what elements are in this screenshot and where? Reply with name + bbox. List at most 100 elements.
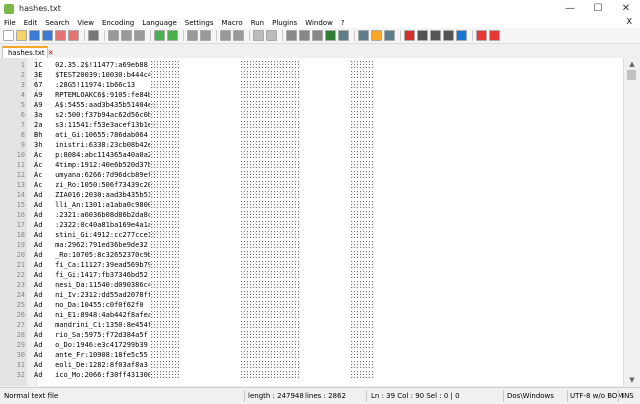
menu-edit[interactable]: Edit <box>20 19 42 27</box>
minimize-button[interactable]: — <box>556 0 584 17</box>
scroll-down-icon[interactable]: ▼ <box>624 374 640 386</box>
redacted-region <box>240 340 300 350</box>
save-file-icon[interactable] <box>29 30 40 41</box>
redacted-region <box>240 220 300 230</box>
replace-icon[interactable] <box>200 30 211 41</box>
line-number: 11 <box>16 161 25 169</box>
status-divider <box>618 390 619 402</box>
tab-hashes[interactable]: hashes.txt ✕ <box>2 46 54 58</box>
status-divider <box>503 390 504 402</box>
redacted-region <box>240 170 300 180</box>
zoom-out-icon[interactable] <box>233 30 244 41</box>
line-text: Ad lli_An:1301:a1aba0c9800 <box>34 201 153 209</box>
redacted-region <box>350 310 375 320</box>
close-window-button[interactable]: ✕ <box>612 0 640 17</box>
redacted-region <box>150 310 180 320</box>
menu-language[interactable]: Language <box>138 19 181 27</box>
save-all-icon[interactable] <box>42 30 53 41</box>
redacted-region <box>240 370 300 380</box>
redacted-region <box>150 340 180 350</box>
word-wrap-icon[interactable] <box>286 30 297 41</box>
redacted-region <box>240 160 300 170</box>
scroll-thumb[interactable] <box>627 70 636 80</box>
save-macro-icon[interactable] <box>456 30 467 41</box>
redacted-region <box>150 110 180 120</box>
run-macro-multi-icon[interactable] <box>443 30 454 41</box>
text-line: 13 Ac zi_Ro:1050:506f73439c20 <box>0 180 622 190</box>
stop-macro-icon[interactable] <box>417 30 428 41</box>
redacted-region <box>150 360 180 370</box>
menu-window[interactable]: Window <box>301 19 337 27</box>
play-macro-icon[interactable] <box>430 30 441 41</box>
open-file-icon[interactable] <box>16 30 27 41</box>
redacted-region <box>150 290 180 300</box>
show-all-icon[interactable] <box>299 30 310 41</box>
menu-help[interactable]: ? <box>337 19 349 27</box>
menu-settings[interactable]: Settings <box>181 19 218 27</box>
find-icon[interactable] <box>187 30 198 41</box>
text-editor[interactable]: 1 1C 02.35.2$!11477:a69eb88 2 3E $TEST20039… <box>0 58 640 386</box>
tab-close-icon[interactable]: ✕ <box>48 49 54 57</box>
copy-icon[interactable] <box>121 30 132 41</box>
close-all-icon[interactable] <box>68 30 79 41</box>
redacted-region <box>150 60 180 70</box>
menu-macro[interactable]: Macro <box>218 19 247 27</box>
menu-file[interactable]: File <box>0 19 20 27</box>
redacted-region <box>240 310 300 320</box>
line-number: 28 <box>16 331 25 339</box>
line-number: 7 <box>20 121 25 129</box>
line-text: Ad ni_E1:8948:4ab442f8afea <box>34 311 153 319</box>
close-document-x[interactable]: X <box>623 17 636 26</box>
menu-search[interactable]: Search <box>41 19 73 27</box>
line-text: Ad :2321:a6036b08d86b2da8c <box>34 211 153 219</box>
zoom-in-icon[interactable] <box>220 30 231 41</box>
menu-plugins[interactable]: Plugins <box>268 19 301 27</box>
line-text: 2a s3:11541:f53e3acef13b1ee <box>34 121 157 129</box>
maximize-button[interactable]: ☐ <box>584 0 612 17</box>
redacted-region <box>350 130 375 140</box>
redacted-region <box>350 170 375 180</box>
redacted-region <box>240 250 300 260</box>
text-line: 27 Ad mandrini_Ci:1350:8e454f <box>0 320 622 330</box>
text-line: 1 1C 02.35.2$!11477:a69eb88 <box>0 60 622 70</box>
line-number: 20 <box>16 251 25 259</box>
new-file-icon[interactable] <box>3 30 14 41</box>
undo-icon[interactable] <box>154 30 165 41</box>
sync-h-icon[interactable] <box>266 30 277 41</box>
redacted-region <box>240 260 300 270</box>
redacted-region <box>350 250 375 260</box>
func-list-icon[interactable] <box>358 30 369 41</box>
line-text: Ad eoli_De:1282:8f03af8a3 <box>34 361 148 369</box>
abc-check-icon[interactable] <box>489 30 500 41</box>
cut-icon[interactable] <box>108 30 119 41</box>
line-number: 2 <box>20 71 25 79</box>
redacted-region <box>350 70 375 80</box>
status-divider <box>244 390 245 402</box>
spellcheck-icon[interactable] <box>476 30 487 41</box>
folder-workspace-icon[interactable] <box>371 30 382 41</box>
doc-map-icon[interactable] <box>338 30 349 41</box>
line-number: 16 <box>16 211 25 219</box>
print-icon[interactable] <box>88 30 99 41</box>
line-text: A9 A$:5455:aad3b435b51404ee <box>34 101 157 109</box>
menu-view[interactable]: View <box>73 19 98 27</box>
text-line: 20 Ad _Ro:10705:8c32652370c9b <box>0 250 622 260</box>
monitor-icon[interactable] <box>384 30 395 41</box>
close-file-icon[interactable] <box>55 30 66 41</box>
scroll-up-icon[interactable]: ▲ <box>624 58 640 70</box>
menu-encoding[interactable]: Encoding <box>98 19 138 27</box>
text-line: 3 67 :28G5!11974:1b66c13 <box>0 80 622 90</box>
line-number: 5 <box>20 101 25 109</box>
sync-v-icon[interactable] <box>253 30 264 41</box>
menu-run[interactable]: Run <box>247 19 268 27</box>
user-lang-icon[interactable] <box>325 30 336 41</box>
line-text: Ac umyana:6266:7d96dcb89ef1 <box>34 171 157 179</box>
redo-icon[interactable] <box>167 30 178 41</box>
vertical-scrollbar[interactable]: ▲ ▼ <box>623 58 640 386</box>
indent-guide-icon[interactable] <box>312 30 323 41</box>
redacted-region <box>240 140 300 150</box>
record-macro-icon[interactable] <box>404 30 415 41</box>
paste-icon[interactable] <box>134 30 145 41</box>
line-number: 10 <box>16 151 25 159</box>
line-number: 3 <box>20 81 25 89</box>
